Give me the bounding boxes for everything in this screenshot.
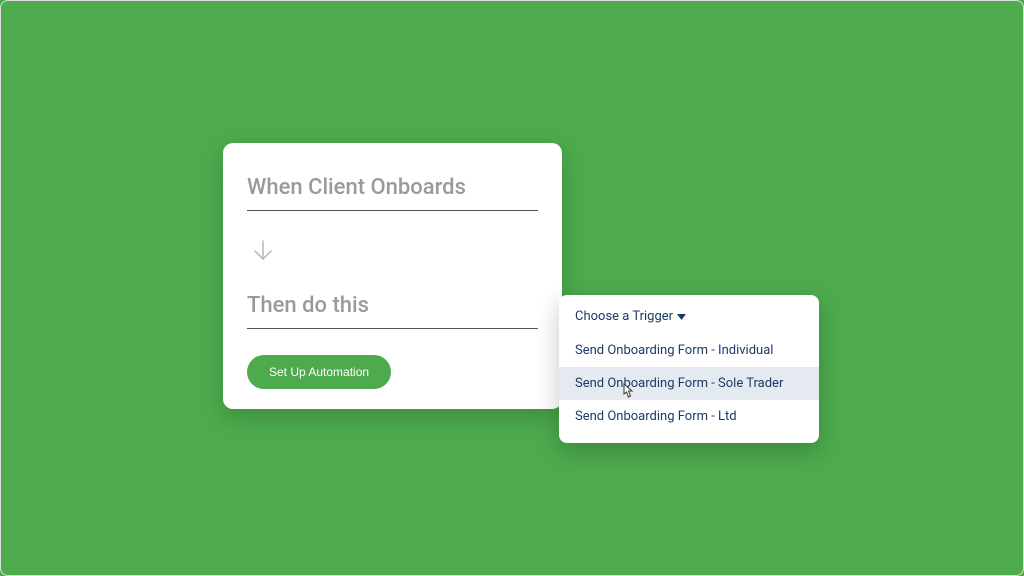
automation-card: When Client Onboards Then do this Set Up… <box>223 143 562 409</box>
dropdown-header[interactable]: Choose a Trigger <box>559 309 819 334</box>
action-field[interactable]: Then do this <box>247 293 538 329</box>
arrow-down-icon <box>249 237 538 265</box>
dropdown-item[interactable]: Send Onboarding Form - Ltd <box>559 400 819 433</box>
dropdown-item[interactable]: Send Onboarding Form - Sole Trader <box>559 367 819 400</box>
setup-automation-button[interactable]: Set Up Automation <box>247 355 391 389</box>
trigger-field[interactable]: When Client Onboards <box>247 175 538 211</box>
trigger-dropdown: Choose a Trigger Send Onboarding Form - … <box>559 295 819 443</box>
dropdown-item[interactable]: Send Onboarding Form - Individual <box>559 334 819 367</box>
dropdown-header-label: Choose a Trigger <box>575 309 673 324</box>
caret-down-icon <box>677 309 686 324</box>
